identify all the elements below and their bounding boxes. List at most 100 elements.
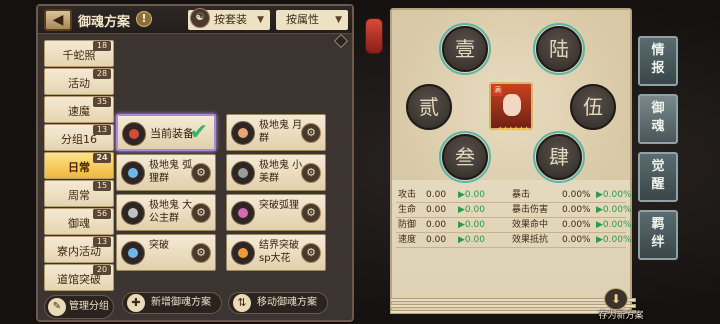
mitama-slot-1[interactable]: 壹 [442,26,488,72]
side-tab-label: 觉醒 [651,159,665,192]
back-button[interactable]: ◀ [44,9,72,31]
stat-delta: ▶0.00 [458,235,485,245]
mitama-icon [122,122,146,146]
save-as-new-plan-button[interactable]: ⬇ 存为新方案 [592,288,652,322]
check-icon: ✔ [189,120,208,145]
category-label: 日常 [68,161,90,174]
sort-by-suit-label: 按套装 [214,13,247,26]
plan-card[interactable]: 极地鬼 小美群 ⚙ [226,154,326,191]
plan-card-label: 极地鬼 弧狸群 [149,160,193,184]
stat-row: 防御 0.00 ▶0.00 效果命中 0.00% ▶0.00% [396,218,632,232]
plan-settings-icon[interactable]: ⚙ [301,243,321,263]
stat-name: 生命 [398,205,417,215]
mitama-slot-4[interactable]: 伍 [570,84,616,130]
category-label: 速魔 [68,105,90,118]
stat-delta: ▶0.00% [596,235,632,245]
info-icon[interactable]: ! [136,11,152,27]
category-item[interactable]: 活动 28 [44,68,114,95]
stat-name: 攻击 [398,190,417,200]
stat-delta: ▶0.00 [458,190,485,200]
side-tab[interactable]: 情报 [638,36,678,86]
mitama-slot-6[interactable]: 肆 [536,134,582,180]
category-count-badge: 20 [93,265,111,275]
add-plan-button[interactable]: ✚ 新增御魂方案 [122,292,222,314]
plan-card-label: 突破弧狸 [259,200,299,211]
move-plan-label: 移动御魂方案 [257,297,317,308]
stat-name: 暴击伤害 [512,205,549,215]
stat-name: 效果命中 [512,220,549,230]
plan-card-label: 突破 [149,240,169,251]
move-plan-button[interactable]: ⇅ 移动御魂方案 [228,292,328,314]
mitama-detail-panel: 满 ★★★★★★ 壹 陆贰 伍叁 肆 攻击 0.00 ▶0.00 暴击 0.00% ▶0.00%… [390,8,632,312]
current-equipment-card[interactable]: 当前装备 ✔ [116,114,216,151]
plan-card-label: 极地鬼 小美群 [259,160,303,184]
plan-card[interactable]: 结界突破 sp大花 ⚙ [226,234,326,271]
plan-card[interactable]: 极地鬼 弧狸群 ⚙ [116,154,216,191]
mitama-icon [121,201,145,225]
manage-group-button[interactable]: ✎ 管理分组 [44,295,114,319]
plan-card[interactable]: 突破弧狸 ⚙ [226,194,326,231]
plus-icon: ✚ [127,294,145,312]
stat-value: 0.00 [426,190,447,200]
stat-value: 0.00% [562,205,591,215]
mitama-plan-screen: ◀ 御魂方案 ! 按套装 ▼ ☯ 按属性 ▼ 千蛇照 18 活动 28 速魔 35 分组16… [0,0,720,324]
category-item[interactable]: 日常 24 [44,152,114,179]
category-label: 周常 [68,189,90,202]
category-item[interactable]: 速魔 35 [44,96,114,123]
category-count-badge: 56 [93,209,111,219]
stat-divider [396,247,626,248]
mitama-slot-wheel: 满 ★★★★★★ 壹 陆贰 伍叁 肆 [392,10,630,183]
plan-card[interactable]: 极地鬼 大公主群 ⚙ [116,194,216,231]
category-item[interactable]: 御魂 56 [44,208,114,235]
category-item[interactable]: 寮内活动 13 [44,236,114,263]
mitama-slot-5[interactable]: 叁 [442,134,488,180]
mitama-slot-3[interactable]: 贰 [406,84,452,130]
sort-by-attr-dropdown[interactable]: 按属性 ▼ [276,10,348,30]
category-label: 分组16 [61,133,97,146]
chevron-down-icon: ▼ [257,15,264,25]
category-item[interactable]: 周常 15 [44,180,114,207]
chevron-down-icon: ▼ [335,15,342,25]
plan-card[interactable]: 突破 ⚙ [116,234,216,271]
side-tab-label: 御魂 [651,101,665,134]
category-item[interactable]: 分组16 13 [44,124,114,151]
back-arrow-icon: ◀ [52,12,64,28]
side-tab-label: 情报 [651,43,665,76]
stat-row: 攻击 0.00 ▶0.00 暴击 0.00% ▶0.00% [396,188,632,202]
stat-row: 生命 0.00 ▶0.00 暴击伤害 0.00% ▶0.00% [396,203,632,217]
category-count-badge: 18 [93,41,111,51]
stat-delta: ▶0.00% [596,190,632,200]
plan-settings-icon[interactable]: ⚙ [301,123,321,143]
category-count-badge: 28 [93,69,111,79]
category-list: 千蛇照 18 活动 28 速魔 35 分组16 13 日常 24 周常 15 御魂 56 寮内活动 13 道馆突… [44,40,114,292]
stat-value: 0.00 [426,220,447,230]
side-tab[interactable]: 羁绊 [638,210,678,260]
plan-settings-icon[interactable]: ⚙ [191,203,211,223]
oni-mask-icon: ☯ [190,8,210,28]
mitama-slot-2[interactable]: 陆 [536,26,582,72]
plan-settings-icon[interactable]: ⚙ [191,163,211,183]
shikigami-portrait[interactable]: 满 ★★★★★★ [489,82,533,133]
save-as-new-plan-label: 存为新方案 [598,311,644,321]
plan-settings-icon[interactable]: ⚙ [301,203,321,223]
category-item[interactable]: 千蛇照 18 [44,40,114,67]
plan-card[interactable]: 极地鬼 月群 ⚙ [226,114,326,151]
side-tab[interactable]: 御魂 [638,94,678,144]
stat-value: 0.00 [426,205,447,215]
stat-name: 速度 [398,235,417,245]
stat-delta: ▶0.00% [596,220,632,230]
category-item[interactable]: 道馆突破 20 [44,264,114,291]
side-tab-label: 羁绊 [651,217,665,250]
stat-row: 速度 0.00 ▶0.00 效果抵抗 0.00% ▶0.00% [396,233,632,247]
plan-card-label: 极地鬼 月群 [259,120,303,144]
sort-by-attr-label: 按属性 [286,13,319,26]
plan-card-label: 结界突破 sp大花 [259,240,299,264]
stat-value: 0.00% [562,190,591,200]
category-count-badge: 15 [93,181,111,191]
plan-settings-icon[interactable]: ⚙ [191,243,211,263]
category-label: 活动 [68,77,90,90]
plan-settings-icon[interactable]: ⚙ [301,163,321,183]
side-tab[interactable]: 觉醒 [638,152,678,202]
plan-card-label: 极地鬼 大公主群 [149,200,193,224]
mitama-icon [121,161,145,185]
